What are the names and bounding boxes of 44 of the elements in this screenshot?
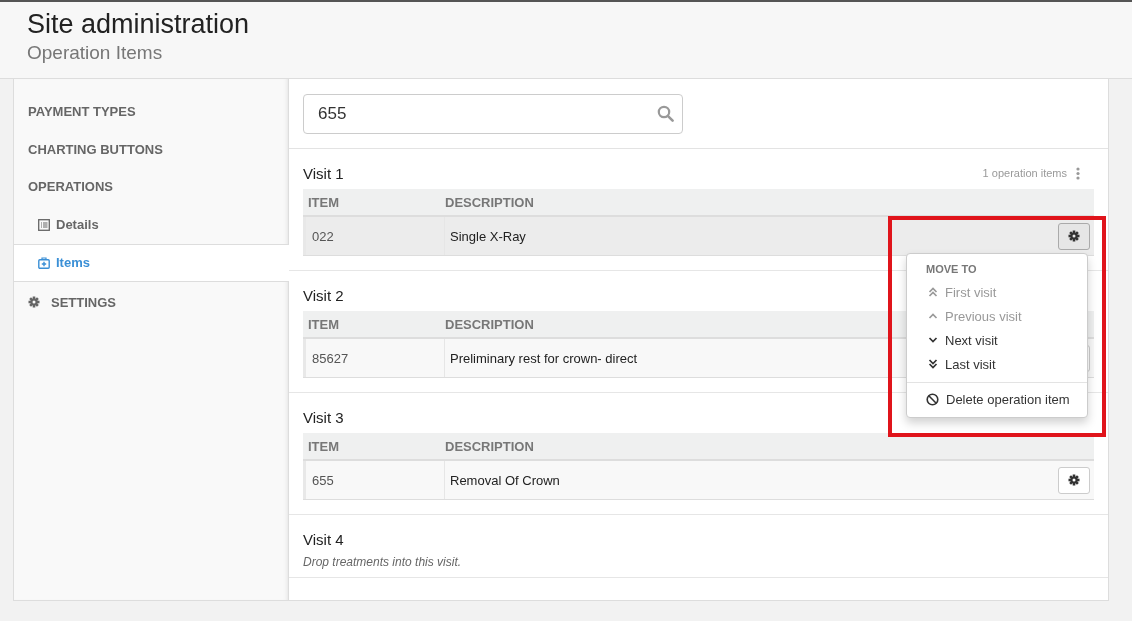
table-cell-text: 022 — [311, 228, 335, 244]
table-cell-text: 655 — [311, 472, 335, 488]
menu-heading: MOVE TO — [925, 263, 978, 275]
medical-kit-icon — [38, 256, 50, 269]
table-row[interactable]: 022 Single X-Ray — [303, 217, 1094, 255]
menu-item[interactable]: Delete operation item — [907, 387, 1087, 411]
column-header: DESCRIPTION — [445, 194, 534, 210]
table-cell-text: 85627 — [311, 350, 350, 366]
menu-item[interactable]: Last visit — [907, 352, 1087, 376]
ban-icon — [926, 392, 939, 406]
table-cell: Removal Of Crown — [450, 472, 560, 488]
settings-button[interactable] — [1058, 222, 1090, 250]
item-count: 1 operation items — [982, 167, 1067, 179]
settings-button[interactable] — [1058, 466, 1090, 494]
table-cell: Single X-Ray — [450, 228, 526, 244]
visit-title: Visit 3 — [303, 408, 344, 426]
column-header: DESCRIPTION — [445, 316, 534, 332]
visit-title: Visit 1 — [303, 164, 344, 182]
sidebar-item[interactable]: SETTINGS — [14, 283, 288, 321]
more-icon — [1076, 166, 1080, 180]
double-chevron-up-icon — [928, 286, 938, 298]
search-icon — [657, 105, 674, 122]
double-chevron-down-icon — [928, 358, 938, 370]
list-icon — [38, 218, 50, 231]
column-header: ITEM — [308, 438, 340, 454]
page-subtitle: Operation Items — [27, 41, 164, 65]
column-header: DESCRIPTION — [445, 438, 534, 454]
visit-title: Visit 4 — [303, 530, 344, 548]
column-header: ITEM — [308, 316, 340, 332]
search-field[interactable]: 655 — [303, 94, 683, 134]
table-cell: Preliminary rest for crown- direct — [450, 350, 638, 366]
sidebar-item[interactable]: Items — [14, 243, 289, 282]
gear-icon — [1068, 230, 1080, 242]
gear-icon — [1068, 474, 1080, 486]
table-row[interactable]: 655 Removal Of Crown — [303, 461, 1094, 499]
page-title: Site administration — [27, 8, 251, 40]
sidebar-item[interactable]: OPERATIONS — [14, 168, 288, 206]
sidebar-item[interactable]: CHARTING BUTTONS — [14, 130, 288, 168]
gear-icon — [28, 296, 40, 309]
column-header: ITEM — [308, 194, 340, 210]
sidebar-item[interactable]: PAYMENT TYPES — [14, 93, 288, 131]
visit-title: Visit 2 — [303, 286, 344, 304]
empty-note: Drop treatments into this visit. — [303, 555, 463, 569]
sidebar-item[interactable]: Details — [14, 205, 288, 244]
